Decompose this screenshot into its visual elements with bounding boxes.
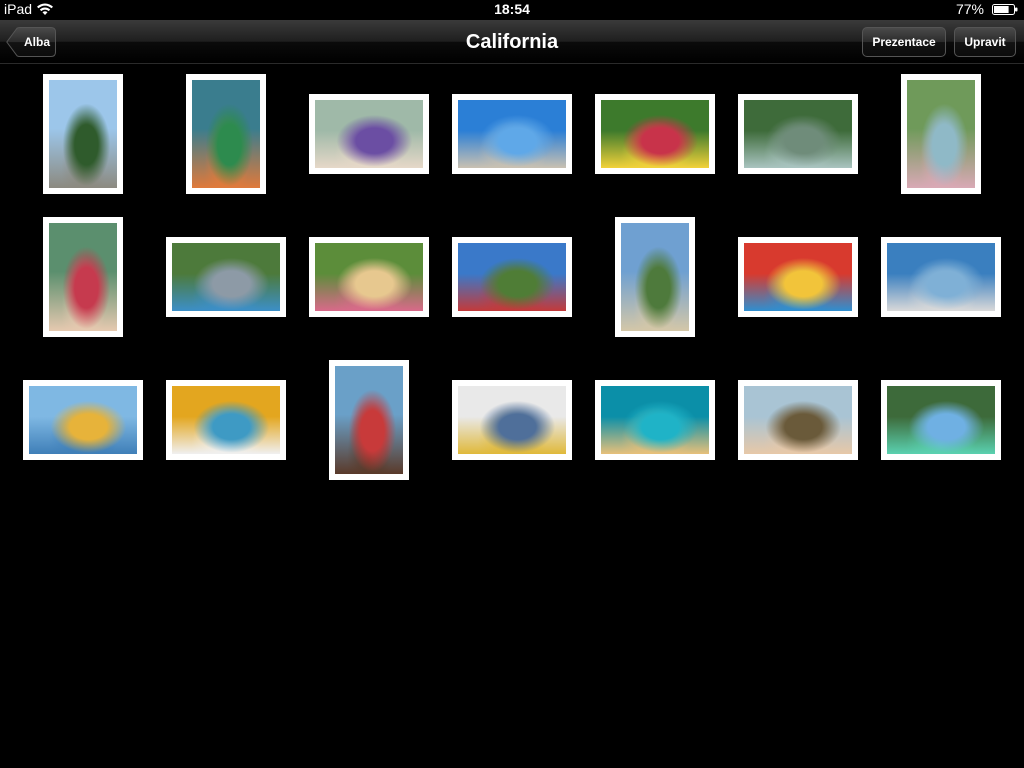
battery-percent: 77% [955, 1, 984, 17]
photo-image [335, 366, 403, 474]
photo-image [744, 386, 852, 454]
photo-image [601, 386, 709, 454]
battery-icon [992, 4, 1018, 15]
photo-image [29, 386, 137, 454]
status-bar: iPad 18:54 77% [0, 0, 1024, 20]
photo-thumbnail[interactable] [452, 380, 572, 460]
photo-image [315, 243, 423, 311]
photo-image [744, 100, 852, 168]
photo-grid [0, 64, 1024, 768]
photo-thumbnail[interactable] [452, 237, 572, 317]
edit-button[interactable]: Upravit [954, 27, 1016, 57]
photo-image [601, 100, 709, 168]
slideshow-button[interactable]: Prezentace [862, 27, 946, 57]
navigation-bar: Alba California Prezentace Upravit [0, 20, 1024, 64]
photo-thumbnail[interactable] [881, 237, 1001, 317]
status-time: 18:54 [494, 1, 530, 17]
photo-thumbnail[interactable] [595, 380, 715, 460]
photo-thumbnail[interactable] [23, 380, 143, 460]
photo-image [192, 80, 260, 188]
photo-thumbnail[interactable] [329, 360, 409, 480]
photo-thumbnail[interactable] [738, 237, 858, 317]
photo-image [172, 243, 280, 311]
photo-image [315, 100, 423, 168]
photo-thumbnail[interactable] [166, 237, 286, 317]
photo-thumbnail[interactable] [901, 74, 981, 194]
photo-image [49, 223, 117, 331]
photo-image [907, 80, 975, 188]
ipad-screen: iPad 18:54 77% Alba California Prezentac… [0, 0, 1024, 768]
photo-image [887, 243, 995, 311]
photo-image [458, 100, 566, 168]
photo-thumbnail[interactable] [43, 217, 123, 337]
photo-thumbnail[interactable] [43, 74, 123, 194]
photo-thumbnail[interactable] [309, 94, 429, 174]
photo-thumbnail[interactable] [186, 74, 266, 194]
photo-image [744, 243, 852, 311]
photo-thumbnail[interactable] [309, 237, 429, 317]
photo-image [458, 243, 566, 311]
photo-thumbnail[interactable] [738, 380, 858, 460]
photo-image [49, 80, 117, 188]
photo-thumbnail[interactable] [166, 380, 286, 460]
photo-thumbnail[interactable] [615, 217, 695, 337]
photo-image [621, 223, 689, 331]
photo-thumbnail[interactable] [881, 380, 1001, 460]
photo-thumbnail[interactable] [738, 94, 858, 174]
photo-image [458, 386, 566, 454]
photo-thumbnail[interactable] [452, 94, 572, 174]
photo-thumbnail[interactable] [595, 94, 715, 174]
photo-image [172, 386, 280, 454]
photo-image [887, 386, 995, 454]
